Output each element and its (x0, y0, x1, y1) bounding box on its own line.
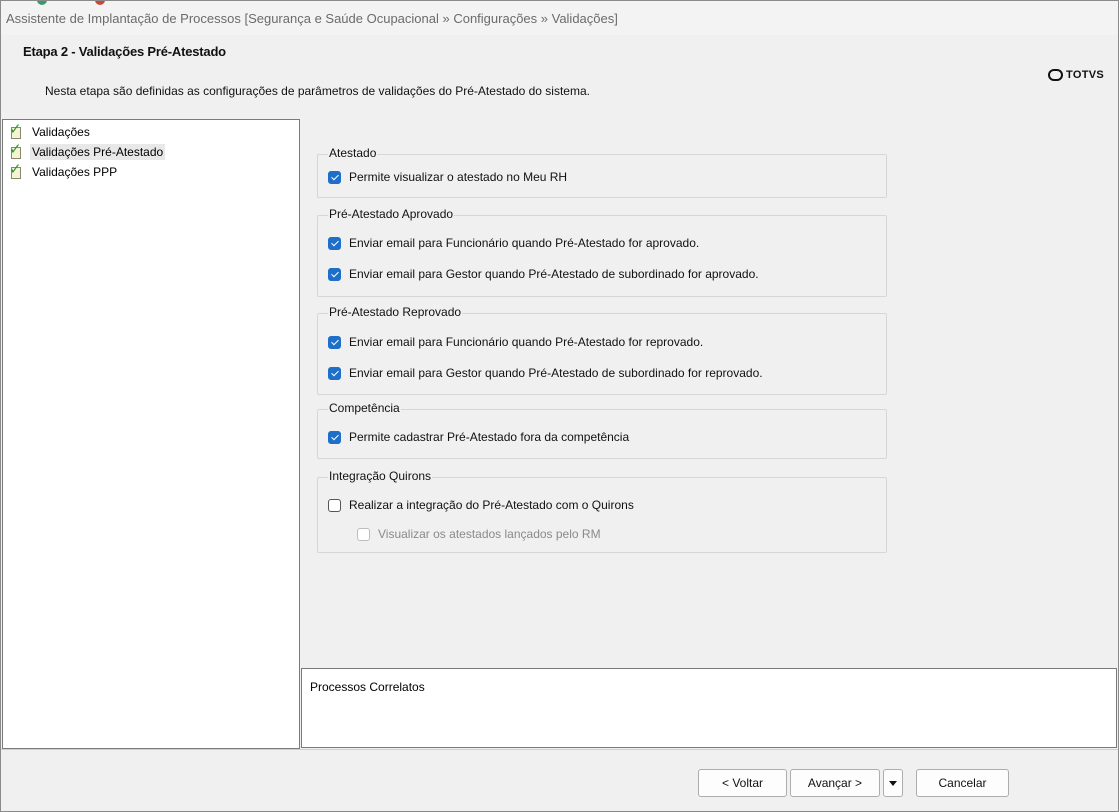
checkbox[interactable] (328, 170, 341, 184)
next-button[interactable]: Avançar > (790, 769, 880, 797)
title-bar: Assistente de Implantação de Processos [… (1, 1, 1118, 35)
app-icon-green (37, 1, 47, 5)
checkbox-visualizar-atestados-rm: Visualizar os atestados lançados pelo RM (357, 527, 601, 541)
group-title: Pré-Atestado Aprovado (328, 207, 455, 221)
totvs-logo: TOTVS (1048, 69, 1104, 81)
checkbox-label: Enviar email para Gestor quando Pré-Ates… (349, 366, 763, 380)
tree-item-label: Validações PPP (32, 165, 118, 179)
checkbox[interactable] (328, 498, 341, 512)
app-icon-red (95, 1, 105, 5)
checkbox-email-gestor-reprovado[interactable]: Enviar email para Gestor quando Pré-Ates… (328, 366, 763, 380)
logo-text: TOTVS (1066, 69, 1104, 81)
checkbox-label: Enviar email para Funcionário quando Pré… (349, 236, 700, 250)
window-title: Assistente de Implantação de Processos [… (6, 11, 618, 26)
step-description: Nesta etapa são definidas as configuraçõ… (45, 84, 590, 98)
group-pre-atestado-reprovado: Pré-Atestado Reprovado Enviar email para… (317, 305, 887, 395)
tree-item-validacoes-pre-atestado[interactable]: ✓ Validações Pré-Atestado (9, 140, 169, 161)
checklist-icon: ✓ (9, 120, 22, 139)
group-title: Integração Quirons (328, 469, 433, 483)
checkbox-integracao-quirons[interactable]: Realizar a integração do Pré-Atestado co… (328, 498, 634, 512)
wizard-footer: < Voltar Avançar > Cancelar (1, 749, 1118, 811)
step-title: Etapa 2 - Validações Pré-Atestado (23, 44, 226, 59)
step-header: Etapa 2 - Validações Pré-Atestado Nesta … (1, 35, 1118, 117)
checkbox (357, 527, 370, 541)
checkbox-email-funcionario-aprovado[interactable]: Enviar email para Funcionário quando Pré… (328, 236, 699, 250)
group-title: Competência (328, 401, 401, 415)
group-title: Pré-Atestado Reprovado (328, 305, 463, 319)
checkbox-email-funcionario-reprovado[interactable]: Enviar email para Funcionário quando Pré… (328, 335, 703, 349)
wizard-window: Assistente de Implantação de Processos [… (0, 0, 1119, 812)
related-processes-label: Processos Correlatos (310, 680, 425, 694)
group-atestado: Atestado Permite visualizar o atestado n… (317, 146, 887, 198)
checkbox[interactable] (328, 236, 341, 250)
checkbox-label: Permite visualizar o atestado no Meu RH (349, 170, 568, 184)
totvs-logo-icon (1048, 69, 1064, 81)
tree-item-validacoes[interactable]: ✓ Validações (9, 120, 96, 141)
checkbox[interactable] (328, 335, 341, 349)
tree-item-validacoes-ppp[interactable]: ✓ Validações PPP (9, 160, 123, 181)
checklist-icon: ✓ (9, 140, 22, 159)
next-dropdown-button[interactable] (883, 769, 903, 797)
checkbox-visualizar-atestado-meu-rh[interactable]: Permite visualizar o atestado no Meu RH (328, 170, 567, 184)
group-pre-atestado-aprovado: Pré-Atestado Aprovado Enviar email para … (317, 207, 887, 297)
checkbox-label: Visualizar os atestados lançados pelo RM (378, 527, 601, 541)
checkbox-label: Realizar a integração do Pré-Atestado co… (349, 498, 634, 512)
checkbox-label: Permite cadastrar Pré-Atestado fora da c… (349, 430, 630, 444)
checkbox-label: Enviar email para Funcionário quando Pré… (349, 335, 704, 349)
checkbox[interactable] (328, 430, 341, 444)
app-icon-strip (31, 1, 121, 7)
steps-tree: ✓ Validações ✓ Validações Pré-Atestado ✓… (2, 119, 300, 749)
tree-item-label: Validações Pré-Atestado (30, 144, 166, 160)
tree-item-label: Validações (32, 125, 90, 139)
checkbox-cadastrar-fora-competencia[interactable]: Permite cadastrar Pré-Atestado fora da c… (328, 430, 629, 444)
cancel-button[interactable]: Cancelar (916, 769, 1009, 797)
checkbox[interactable] (328, 366, 341, 380)
group-competencia: Competência Permite cadastrar Pré-Atesta… (317, 401, 887, 459)
checkbox-label: Enviar email para Gestor quando Pré-Ates… (349, 267, 759, 281)
checkbox[interactable] (328, 267, 341, 281)
checkbox-email-gestor-aprovado[interactable]: Enviar email para Gestor quando Pré-Ates… (328, 267, 759, 281)
group-title: Atestado (328, 146, 378, 160)
group-integracao-quirons: Integração Quirons Realizar a integração… (317, 469, 887, 553)
settings-panel: Atestado Permite visualizar o atestado n… (301, 119, 1117, 667)
back-button[interactable]: < Voltar (698, 769, 787, 797)
chevron-down-icon (889, 780, 897, 786)
related-processes-panel: Processos Correlatos (301, 668, 1117, 748)
checklist-icon: ✓ (9, 160, 22, 179)
